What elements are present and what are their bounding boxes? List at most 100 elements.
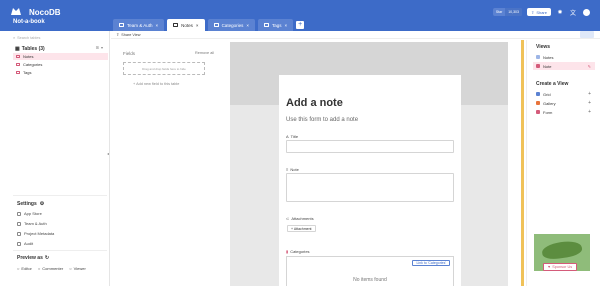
note-textarea[interactable] [286, 173, 454, 202]
tab-tags[interactable]: Tags × [257, 19, 294, 31]
form-canvas: Add a note Use this form to add a note A… [230, 42, 508, 286]
long-text-icon: ≡ [286, 167, 289, 172]
view-item-note-form[interactable]: Note ✎ [533, 62, 595, 70]
attachment-icon: ⊂ [286, 216, 290, 221]
remove-all-button[interactable]: Remove all [195, 51, 214, 55]
create-grid-view[interactable]: Grid + [533, 90, 595, 98]
settings-item-team-auth[interactable]: Team & Auth [17, 221, 47, 226]
share-button[interactable]: ⇪ Share [526, 8, 551, 16]
metadata-icon [17, 231, 21, 236]
tab-categories[interactable]: Categories × [207, 19, 255, 31]
sidebar-item-tags[interactable]: Tags [13, 69, 108, 76]
settings-item-label: Team & Auth [24, 221, 47, 226]
theme-icon[interactable]: ✸ [556, 8, 564, 16]
close-icon[interactable]: × [156, 23, 159, 28]
form-scrollbar[interactable] [521, 40, 524, 286]
toggle-sidebar-button[interactable] [580, 31, 594, 38]
role-label: Editor [21, 266, 32, 271]
categories-link-box: Link to 'Categories' No items found [286, 256, 454, 286]
sidebar: ⌕ Search tables ▦ Tables (3) ⊞ ▾ Notes C… [0, 31, 110, 286]
settings-item-label: App Store [24, 211, 42, 216]
nocodb-logo-icon[interactable] [10, 6, 22, 16]
heart-icon: ♥ [548, 265, 551, 269]
preview-role-viewer[interactable]: ○ Viewer [69, 266, 86, 271]
preview-role-editor[interactable]: ○ Editor [17, 266, 32, 271]
audit-icon [17, 241, 21, 246]
translate-icon[interactable]: 文 [569, 8, 577, 17]
share-icon: ⇪ [116, 33, 120, 37]
share-label: Share [536, 9, 547, 15]
tab-label: Categories [221, 22, 244, 28]
divider [13, 250, 107, 251]
sidebar-item-label: Categories [23, 62, 43, 67]
settings-item-project-metadata[interactable]: Project Metadata [17, 231, 54, 236]
form-icon [536, 64, 540, 68]
leaf-illustration [541, 239, 583, 261]
share-view-button[interactable]: ⇪ Share View [116, 32, 141, 38]
add-table-icon[interactable]: ⊞ [96, 45, 99, 50]
views-title: Views [536, 44, 551, 50]
tab-bar: Team & Auth × Notes × Categories × Tags … [113, 19, 305, 31]
sidebar-collapse-handle[interactable]: ◂ [107, 151, 109, 156]
link-categories-button[interactable]: Link to 'Categories' [412, 260, 450, 266]
preview-title-label: Preview as [17, 255, 43, 261]
table-icon: ▦ [15, 46, 20, 52]
table-search[interactable]: ⌕ Search tables [13, 35, 103, 41]
tab-team-auth[interactable]: Team & Auth × [113, 19, 165, 31]
view-item-notes[interactable]: Notes [533, 53, 595, 61]
sponsor-us-button[interactable]: ♥ Sponsor Us [543, 263, 578, 271]
chevron-down-icon[interactable]: ▾ [101, 45, 103, 50]
close-icon[interactable]: × [196, 23, 199, 28]
tables-actions: ⊞ ▾ [96, 45, 103, 50]
create-form-view[interactable]: Form + [533, 108, 595, 116]
add-tab-button[interactable]: + [296, 21, 305, 29]
sidebar-item-categories[interactable]: Categories [13, 61, 108, 68]
no-items-text: No items found [353, 277, 387, 283]
create-view-title: Create a View [536, 81, 569, 87]
sidebar-item-notes[interactable]: Notes [13, 53, 108, 60]
search-icon: ⌕ [13, 36, 16, 40]
preview-roles: ○ Editor ○ Commenter ○ Viewer [17, 266, 86, 271]
field-label-text: Title [290, 134, 299, 139]
add-field-button[interactable]: + Add new field to this table [133, 82, 179, 86]
create-gallery-view[interactable]: Gallery + [533, 99, 595, 107]
top-right-actions: Star 10,303 ⇪ Share ✸ 文 [492, 8, 590, 17]
table-icon [16, 54, 20, 59]
gear-icon[interactable]: ⚙ [40, 201, 44, 207]
fields-title: Fields [123, 51, 136, 56]
grid-icon [536, 55, 540, 59]
star-label: Star [495, 10, 503, 14]
form-subtitle[interactable]: Use this form to add a note [286, 117, 358, 123]
add-attachment-button[interactable]: + Attachment [287, 225, 316, 232]
share-icon: ⇪ [530, 9, 535, 15]
team-icon [17, 221, 21, 226]
table-icon [263, 23, 269, 27]
role-label: Viewer [73, 266, 86, 271]
view-label: Form [543, 109, 553, 115]
tab-notes[interactable]: Notes × [167, 19, 205, 31]
preview-role-commenter[interactable]: ○ Commenter [38, 266, 63, 271]
settings-item-audit[interactable]: Audit [17, 241, 33, 246]
text-type-icon: A [286, 134, 289, 139]
reset-icon[interactable]: ↻ [45, 255, 49, 261]
view-toolbar: ⇪ Share View [111, 31, 600, 39]
user-menu[interactable] [582, 8, 590, 16]
close-icon[interactable]: × [284, 23, 287, 28]
github-star-button[interactable]: Star 10,303 [492, 8, 522, 16]
form-title[interactable]: Add a note [286, 97, 343, 109]
pencil-icon[interactable]: ✎ [588, 64, 591, 69]
share-view-label: Share View [121, 32, 141, 37]
close-icon[interactable]: × [246, 23, 249, 28]
gallery-icon [536, 101, 540, 105]
settings-title-label: Settings [17, 201, 37, 207]
settings-item-app-store[interactable]: App Store [17, 211, 42, 216]
tables-header[interactable]: ▦ Tables (3) [15, 46, 45, 52]
tab-label: Tags [271, 22, 282, 28]
table-icon [173, 23, 179, 27]
view-label: Note [543, 63, 552, 69]
hidden-fields-drop-zone[interactable]: Drag and drop fields here to hide [123, 62, 205, 75]
title-input[interactable] [286, 140, 454, 153]
field-label-title: A Title [286, 134, 298, 139]
tab-label: Team & Auth [127, 22, 153, 28]
project-name[interactable]: Not-a-book [13, 19, 45, 25]
